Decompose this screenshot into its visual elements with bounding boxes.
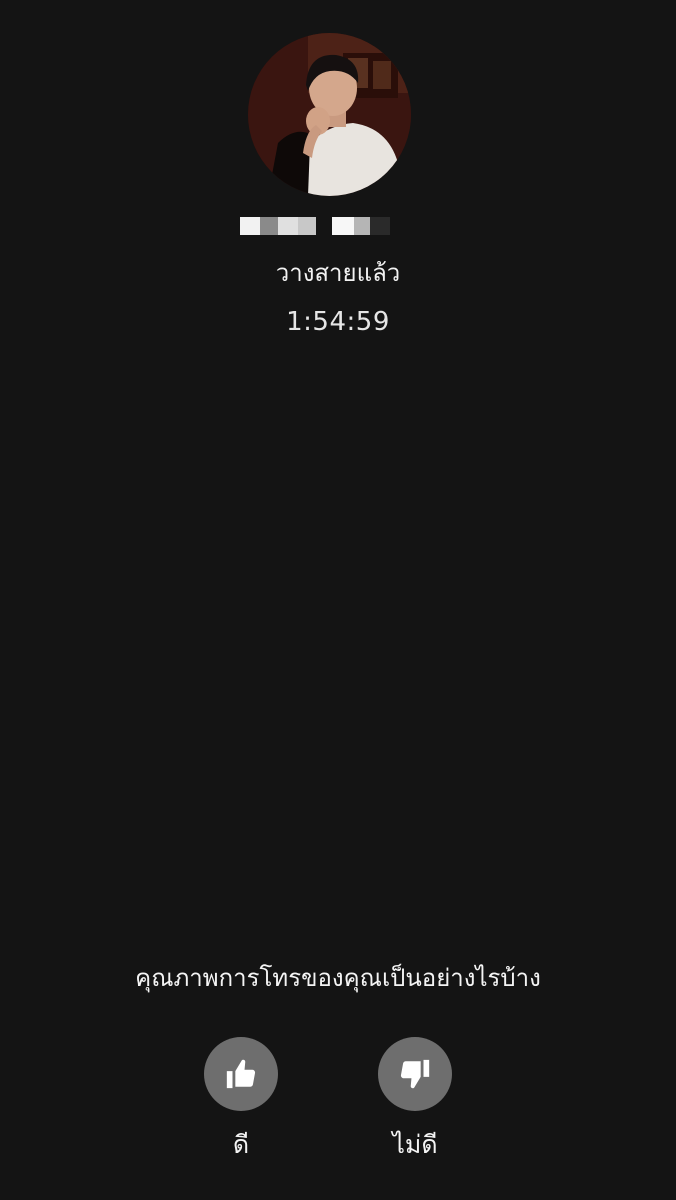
feedback-question: คุณภาพการโทรของคุณเป็นอย่างไรบ้าง — [135, 964, 541, 992]
thumbs-up-button[interactable] — [204, 1037, 278, 1111]
rate-bad[interactable]: ไม่ดี — [377, 1037, 453, 1165]
rate-good[interactable]: ดี — [203, 1037, 279, 1165]
call-status: วางสายแล้ว — [275, 259, 401, 287]
call-duration: 1:54:59 — [286, 307, 390, 337]
thumbs-up-icon — [226, 1059, 256, 1089]
thumbs-down-button[interactable] — [378, 1037, 452, 1111]
rate-good-label: ดี — [232, 1130, 250, 1159]
thumbs-down-icon — [400, 1059, 430, 1089]
contact-avatar — [248, 33, 411, 196]
contact-name-redacted — [240, 216, 410, 236]
rate-bad-label: ไม่ดี — [392, 1130, 438, 1159]
